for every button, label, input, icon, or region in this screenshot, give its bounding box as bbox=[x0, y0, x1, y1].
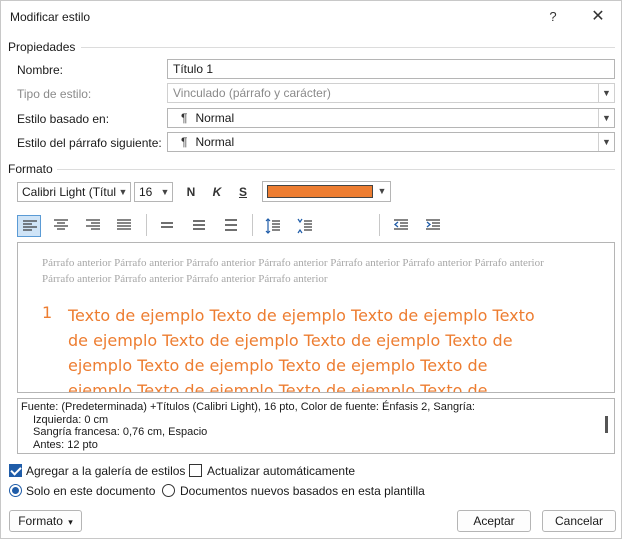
heading-number: 1 bbox=[42, 303, 53, 322]
based-on-select[interactable]: ¶ Normal ▼ bbox=[167, 108, 615, 128]
double-spacing-button[interactable] bbox=[219, 215, 243, 237]
font-size-value: 16 bbox=[139, 185, 153, 199]
font-name-select[interactable]: Calibri Light (Títulos) ▼ bbox=[17, 182, 131, 202]
description-line: Izquierda: 0 cm bbox=[33, 413, 109, 426]
name-input[interactable]: Título 1 bbox=[167, 59, 615, 79]
previous-paragraph-text: Párrafo anterior Párrafo anterior Párraf… bbox=[42, 257, 544, 285]
description-line: Antes: 12 pto bbox=[33, 438, 98, 451]
only-this-document-label: Solo en este documento bbox=[26, 484, 156, 498]
italic-button[interactable]: K bbox=[208, 183, 226, 201]
chevron-down-icon: ▾ bbox=[68, 517, 73, 527]
align-center-icon bbox=[54, 219, 68, 230]
chevron-down-icon: ▼ bbox=[598, 84, 614, 102]
title-bar: Modificar estilo ? ✕ bbox=[1, 1, 621, 33]
help-button[interactable]: ? bbox=[542, 6, 564, 28]
increase-indent-icon bbox=[426, 219, 440, 230]
align-left-icon bbox=[23, 220, 37, 231]
format-button-label: Formato bbox=[18, 514, 63, 528]
one-half-spacing-button[interactable] bbox=[187, 215, 211, 237]
align-right-icon bbox=[86, 219, 100, 230]
format-divider bbox=[57, 169, 615, 170]
font-color-select[interactable]: ▼ bbox=[262, 181, 391, 202]
bold-button[interactable]: N bbox=[182, 183, 200, 201]
next-style-select[interactable]: ¶ Normal ▼ bbox=[167, 132, 615, 152]
auto-update-label: Actualizar automáticamente bbox=[207, 464, 356, 478]
sample-text: Texto de ejemplo Texto de ejemplo Texto … bbox=[68, 306, 535, 393]
chevron-down-icon: ▼ bbox=[598, 133, 614, 151]
toolbar-separator bbox=[252, 214, 253, 236]
space-before-increase-icon bbox=[265, 218, 280, 234]
next-style-label: Estilo del párrafo siguiente: bbox=[17, 136, 162, 150]
font-size-select[interactable]: 16 ▼ bbox=[134, 182, 173, 202]
decrease-indent-button[interactable] bbox=[389, 215, 413, 237]
scrollbar-thumb[interactable] bbox=[605, 416, 608, 433]
font-color-swatch bbox=[267, 185, 373, 198]
description-line: Sangría francesa: 0,76 cm, Espacio bbox=[33, 426, 208, 438]
next-style-value: Normal bbox=[195, 135, 235, 149]
style-type-value: Vinculado (párrafo y carácter) bbox=[173, 86, 331, 100]
description-line: Fuente: (Predeterminada) +Títulos (Calib… bbox=[21, 401, 475, 413]
pilcrow-icon: ¶ bbox=[181, 111, 188, 125]
properties-heading: Propiedades bbox=[8, 40, 76, 54]
line-spacing-onehalf-icon bbox=[193, 220, 205, 230]
space-before-decrease-icon bbox=[297, 218, 312, 234]
format-heading: Formato bbox=[8, 162, 53, 176]
underline-button[interactable]: S bbox=[234, 183, 252, 201]
style-description: Fuente: (Predeterminada) +Títulos (Calib… bbox=[17, 398, 615, 454]
properties-divider bbox=[81, 47, 615, 48]
style-type-label: Tipo de estilo: bbox=[17, 87, 92, 101]
accept-button[interactable]: Aceptar bbox=[457, 510, 531, 532]
toolbar-separator bbox=[379, 214, 380, 236]
cancel-button[interactable]: Cancelar bbox=[542, 510, 616, 532]
line-spacing-single-icon bbox=[161, 222, 173, 228]
align-left-button[interactable] bbox=[17, 215, 41, 237]
new-documents-label: Documentos nuevos basados en esta planti… bbox=[180, 484, 425, 498]
style-type-select[interactable]: Vinculado (párrafo y carácter) ▼ bbox=[167, 83, 615, 103]
chevron-down-icon: ▼ bbox=[158, 183, 172, 201]
auto-update-checkbox[interactable] bbox=[189, 464, 202, 477]
align-center-button[interactable] bbox=[49, 215, 73, 237]
new-documents-radio[interactable] bbox=[162, 484, 175, 497]
based-on-label: Estilo basado en: bbox=[17, 112, 110, 126]
style-preview: Párrafo anterior Párrafo anterior Párraf… bbox=[17, 242, 615, 393]
toolbar-separator bbox=[146, 214, 147, 236]
align-right-button[interactable] bbox=[81, 215, 105, 237]
format-menu-button[interactable]: Formato ▾ bbox=[9, 510, 82, 532]
justify-button[interactable] bbox=[112, 215, 136, 237]
decrease-indent-icon bbox=[393, 219, 408, 230]
add-to-gallery-checkbox[interactable] bbox=[9, 464, 22, 477]
name-label: Nombre: bbox=[17, 63, 64, 77]
only-this-document-radio[interactable] bbox=[9, 484, 22, 497]
close-button[interactable]: ✕ bbox=[587, 6, 609, 28]
increase-spacing-button[interactable] bbox=[261, 215, 285, 237]
pilcrow-icon: ¶ bbox=[181, 135, 188, 149]
chevron-down-icon: ▼ bbox=[598, 109, 614, 127]
dialog-title: Modificar estilo bbox=[10, 10, 91, 24]
based-on-value: Normal bbox=[195, 111, 235, 125]
add-to-gallery-label: Agregar a la galería de estilos bbox=[26, 464, 186, 478]
chevron-down-icon: ▼ bbox=[116, 183, 130, 201]
font-name-value: Calibri Light (Títulos) bbox=[22, 185, 131, 199]
decrease-spacing-button[interactable] bbox=[293, 215, 317, 237]
increase-indent-button[interactable] bbox=[421, 215, 445, 237]
single-spacing-button[interactable] bbox=[155, 215, 179, 237]
line-spacing-double-icon bbox=[225, 219, 237, 231]
chevron-down-icon: ▼ bbox=[377, 186, 387, 196]
modify-style-dialog: Modificar estilo ? ✕ Propiedades Nombre:… bbox=[0, 0, 622, 539]
justify-icon bbox=[117, 219, 131, 230]
